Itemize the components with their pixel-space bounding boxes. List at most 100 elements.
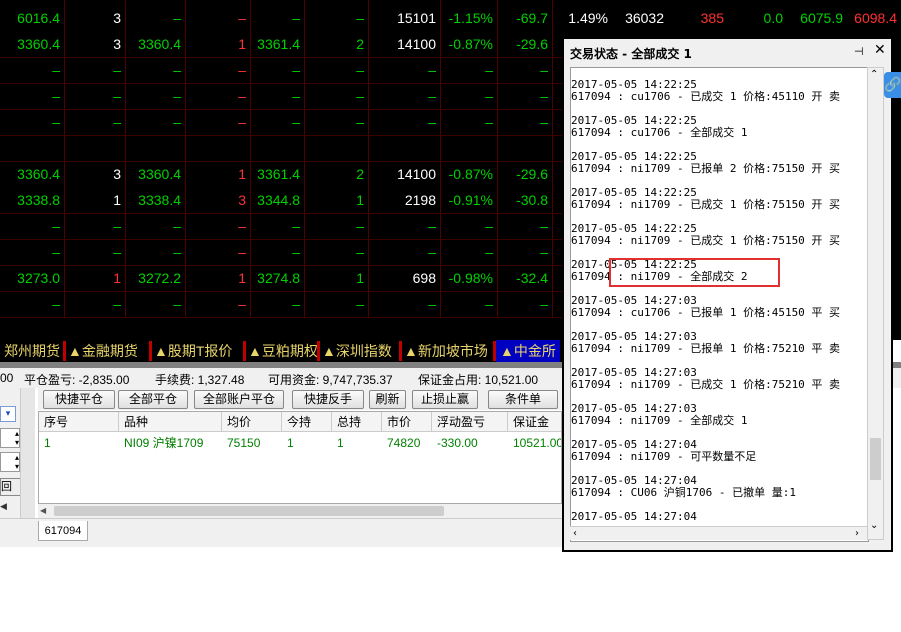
quote-cell: – [356,296,364,312]
scroll-up-icon[interactable]: ⌃ [870,69,878,80]
position-cell[interactable]: 1 [332,433,382,453]
quote-cell: – [173,244,181,260]
panel-scrollbar[interactable] [20,388,35,518]
positions-hscroll[interactable]: ◀ [38,504,562,518]
dropdown-box[interactable]: ▾ [0,406,16,422]
exchange-tab[interactable]: ▲新加坡市场 [404,340,488,362]
exchange-tab[interactable]: 郑州期货 [4,340,60,362]
scroll-right-icon[interactable]: › [855,527,859,540]
column-header[interactable]: 序号 [39,412,119,432]
log-vscroll[interactable]: ⌃ ⌄ [867,67,884,540]
position-cell[interactable]: 1 [39,433,119,453]
back-button[interactable]: 回 [0,478,22,496]
scroll-down-icon[interactable]: ⌄ [870,520,878,531]
dialog-title: 交易状态 - 全部成交 1 [570,47,692,61]
exchange-tab[interactable]: ▲中金所 [496,340,560,362]
column-header[interactable]: 保证金 [508,412,561,432]
column-header[interactable]: 市价 [382,412,432,432]
quote-cell: 36032 [625,10,664,26]
pin-icon[interactable]: ⊣ [854,45,864,58]
exchange-tab[interactable]: ▲深圳指数 [322,340,392,362]
quote-cell: – [292,296,300,312]
quote-cell: 1 [356,270,364,286]
dialog-titlebar[interactable]: 交易状态 - 全部成交 1 ⊣ ✕ [564,39,891,65]
quote-cell: 1 [238,36,246,52]
chevron-down-icon: ▾ [5,409,11,419]
position-cell[interactable]: 1 [282,433,332,453]
quote-cell: 3272.2 [138,270,181,286]
quote-cell: – [52,88,60,104]
quote-cell: – [292,10,300,26]
quote-cell: 0.0 [763,10,783,26]
toolbar-button[interactable]: 条件单 [488,390,558,409]
quote-cell: – [52,296,60,312]
position-cell[interactable]: 10521.00 [508,433,561,453]
quote-cell: 6075.9 [800,10,843,26]
exchange-tab[interactable]: ▲金融期货 [68,340,138,362]
quote-cell: 3361.4 [257,36,300,52]
column-header[interactable]: 均价 [222,412,282,432]
quote-cell: – [292,62,300,78]
spin-arrows-icon: ▴ ▾ [14,453,19,471]
quote-cell: – [485,244,493,260]
position-cell[interactable]: 75150 [222,433,282,453]
quote-cell: – [173,296,181,312]
quote-cell: – [485,296,493,312]
link-icon[interactable]: 🔗 [884,72,901,98]
log-hscroll[interactable]: ‹ › [570,526,867,540]
toolbar-button[interactable]: 全部平仓 [118,390,188,409]
quote-row[interactable]: 6016.4 3 – – – – 15101 -1.15% -69.7 1.49% 36032 385… [0,5,901,31]
log-message: 617094 : ni1709 - 已成交 1 价格:75210 平 卖 [571,378,841,391]
quote-cell: 2 [356,166,364,182]
toolbar-button[interactable]: 快捷反手 [292,390,364,409]
tab-account[interactable]: 617094 [38,521,88,541]
quote-cell: – [485,114,493,130]
exchange-tab[interactable]: ▲豆粕期权 [248,340,318,362]
quote-cell: 3360.4 [17,36,60,52]
quote-cell: – [173,62,181,78]
toolbar-button[interactable]: 全部账户平仓 [194,390,284,409]
quote-cell: 3 [113,36,121,52]
close-icon[interactable]: ✕ [874,42,886,58]
quote-cell: – [238,114,246,130]
quote-cell: – [540,114,548,130]
quote-cell: – [356,10,364,26]
toolbar-button[interactable]: 刷新 [369,390,406,409]
exchange-tab[interactable]: ▲股期T报价 [154,340,232,362]
quote-cell: 3360.4 [138,36,181,52]
column-header[interactable]: 浮动盈亏 [432,412,508,432]
scroll-thumb[interactable] [54,506,444,516]
quote-cell: 1 [113,270,121,286]
position-cell[interactable]: NI09 沪镍1709 [119,433,222,453]
quote-cell: 1 [238,270,246,286]
account-tab-bar: 617094 [0,518,562,547]
scroll-left-icon[interactable]: ◀ [40,504,46,518]
position-cell[interactable]: -330.00 [432,433,508,453]
position-toolbar: 快捷平仓 全部平仓 全部账户平仓 快捷反手 刷新 止损止赢 条件单 [38,388,562,410]
toolbar-button[interactable]: 止损止赢 [412,390,478,409]
scroll-left-icon[interactable]: ‹ [573,527,577,540]
quote-cell: – [428,244,436,260]
log-message: 617094 : ni1709 - 已报单 1 价格:75210 平 卖 [571,342,841,355]
exchange-tab-bar: 郑州期货 ▲金融期货 ▲股期T报价 ▲豆粕期权 ▲深圳指数 ▲新加坡市场 ▲中金所 [0,340,565,362]
position-cell[interactable]: 74820 [382,433,432,453]
column-header[interactable]: 今持 [282,412,332,432]
available-funds-label: 可用资金: 9,747,735.37 [268,373,393,387]
column-header[interactable]: 品种 [119,412,222,432]
quote-cell: 3 [238,192,246,208]
scroll-left-arrow-icon[interactable]: ◀ [0,500,14,514]
quote-cell: 14100 [397,36,436,52]
quote-cell: – [540,62,548,78]
column-header[interactable]: 总持 [332,412,382,432]
quote-cell: 3360.4 [138,166,181,182]
row-divider [0,317,562,318]
status-log: 2017-05-05 14:22:25 617094 : cu1706 - 已成交… [570,67,869,542]
spin-box-1[interactable]: ▴ ▾ [0,428,20,448]
quote-cell: – [173,88,181,104]
quote-cell: -29.6 [516,166,548,182]
margin-used-label: 保证金占用: 10,521.00 [418,373,539,387]
scroll-thumb[interactable] [870,438,881,480]
toolbar-button[interactable]: 快捷平仓 [43,390,115,409]
account-prefix: 00 [0,371,14,385]
spin-box-2[interactable]: ▴ ▾ [0,452,20,472]
